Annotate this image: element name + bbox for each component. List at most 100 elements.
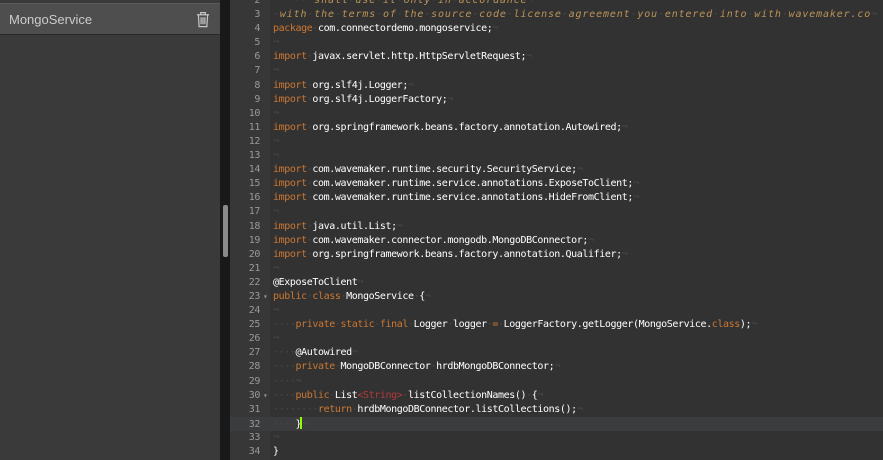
token-keyword: return (318, 404, 352, 415)
sidebar-scrollbar-thumb[interactable] (223, 205, 228, 257)
line-number: 24 (230, 304, 260, 318)
code-line[interactable]: 14import·com.wavemaker.runtime.security.… (230, 163, 883, 177)
token-keyword: import (273, 178, 307, 189)
token-keyword: import (273, 122, 307, 133)
code-line[interactable]: 26¬ (230, 332, 883, 346)
line-number: 14 (230, 163, 260, 177)
code-line[interactable]: 3·with·the·terms·of·the·source·code·lice… (230, 8, 883, 22)
eol-mark: ¬ (554, 361, 560, 372)
code-line[interactable]: 17 ¬ (230, 205, 883, 219)
code-line[interactable]: 30▾····public·List<String>·listCollectio… (230, 389, 883, 403)
code-line[interactable]: 27 ····@Autowired¬ (230, 346, 883, 360)
eol-mark: ¬ (527, 0, 533, 6)
token-plain: ·java.util.List; (307, 221, 397, 232)
code-line[interactable]: 9import·org.slf4j.LoggerFactory;¬ (230, 93, 883, 107)
code-line[interactable]: 19import·com.wavemaker.connector.mongodb… (230, 234, 883, 248)
line-number: 16 (230, 191, 260, 205)
line-number: 7 (230, 64, 260, 78)
code-line[interactable]: 15import·com.wavemaker.runtime.service.a… (230, 177, 883, 191)
token-plain: ····} (273, 419, 301, 430)
line-number: 10 (230, 107, 260, 121)
code-line[interactable]: 23▾public·class·MongoService·{¬ (230, 290, 883, 304)
code-line[interactable]: 10 ¬ (230, 107, 883, 121)
eol-mark: ¬ (492, 23, 498, 34)
code-line[interactable]: 28····private·MongoDBConnector·hrdbMongo… (230, 360, 883, 374)
code-line[interactable]: 31········return·hrdbMongoDBConnector.li… (230, 403, 883, 417)
sidebar-scrollbar-track[interactable] (220, 0, 230, 460)
trash-icon (196, 11, 210, 28)
line-number: 20 (230, 248, 260, 262)
service-java-editor-window: MongoService 2······shall·use·it·only·in… (0, 0, 883, 460)
eol-mark: ¬ (408, 80, 414, 91)
eol-mark: ¬ (352, 347, 358, 358)
token-plain: ····@Autowired (273, 347, 352, 358)
code-editor[interactable]: 2······shall·use·it·only·in·accordance¬3… (230, 0, 883, 460)
sidebar-item-mongoservice[interactable]: MongoService (0, 3, 220, 35)
chevron-down-icon[interactable]: ▾ (260, 389, 273, 403)
token-plain: ·javax.servlet.http.HttpServletRequest; (307, 51, 526, 62)
token-plain: ·listCollectionNames()·{ (402, 390, 537, 401)
line-number: 22 (230, 276, 260, 290)
code-line[interactable]: 20 import·org.springframework.beans.facto… (230, 248, 883, 262)
eol-mark: ¬ (273, 136, 279, 147)
code-line[interactable]: 7¬ (230, 64, 883, 78)
eol-mark: ¬ (273, 108, 279, 119)
code-line[interactable]: 21¬ (230, 262, 883, 276)
code-line[interactable]: 12¬ (230, 135, 883, 149)
token-keyword: import (273, 192, 307, 203)
line-number: 17 (230, 205, 260, 219)
token-plain: ·hrdbMongoDBConnector.listCollections(); (352, 404, 577, 415)
code-line[interactable]: 34} (230, 445, 883, 459)
token-plain: ·List (329, 390, 357, 401)
token-keyword: import (273, 94, 307, 105)
token-plain: } (273, 446, 279, 457)
delete-service-button[interactable] (195, 10, 211, 28)
line-number: 28 (230, 360, 260, 374)
line-number: 6 (230, 50, 260, 64)
code-line[interactable]: 16 import·com.wavemaker.runtime.service.a… (230, 191, 883, 205)
token-plain: ·Logger·logger· (408, 319, 492, 330)
line-number: 19 (230, 234, 260, 248)
line-number: 25 (230, 318, 260, 332)
token-comment: ······shall·use·it·only·in·accordance (273, 0, 527, 6)
eol-mark: ¬ (633, 178, 639, 189)
code-line[interactable]: 25····private·static·final·Logger·logger… (230, 318, 883, 332)
code-line[interactable]: 4package·com.connectordemo.mongoservice;… (230, 22, 883, 36)
eol-mark: ¬ (357, 277, 363, 288)
code-line[interactable]: 32····}¬ (230, 417, 883, 431)
token-keyword: public·class (273, 291, 341, 302)
eol-mark: ¬ (273, 206, 279, 217)
eol-mark: ¬ (622, 122, 628, 133)
eol-mark: ¬ (273, 333, 279, 344)
code-line[interactable]: 24¬ (230, 304, 883, 318)
line-number: 32 (230, 418, 260, 432)
token-keyword: import (273, 249, 307, 260)
code-line[interactable]: 13¬ (230, 149, 883, 163)
token-plain: ·com.wavemaker.runtime.service.annotatio… (307, 192, 633, 203)
code-line[interactable]: 2······shall·use·it·only·in·accordance¬ (230, 0, 883, 8)
token-plain: ·com.wavemaker.runtime.service.annotatio… (307, 178, 633, 189)
line-number: 18 (230, 220, 260, 234)
code-line[interactable]: 29····¬ (230, 375, 883, 389)
token-plain: ·MongoDBConnector·hrdbMongoDBConnector; (335, 361, 554, 372)
code-line[interactable]: 5¬ (230, 36, 883, 50)
token-keyword: import (273, 51, 307, 62)
code-line[interactable]: 22 @ExposeToClient¬ (230, 276, 883, 290)
line-number: 27 (230, 346, 260, 360)
eol-mark: ¬ (273, 263, 279, 274)
token-keyword: public (296, 390, 330, 401)
token-plain: ·org.springframework.beans.factory.annot… (307, 249, 622, 260)
eol-mark: ¬ (447, 94, 453, 105)
code-line[interactable]: 6 import·javax.servlet.http.HttpServletRe… (230, 50, 883, 64)
code-line[interactable]: 8import·org.slf4j.Logger;¬ (230, 79, 883, 93)
code-line[interactable]: 18import·java.util.List;¬ (230, 220, 883, 234)
line-number: 34 (230, 445, 260, 459)
line-number: 4 (230, 22, 260, 36)
token-plain: ·org.slf4j.LoggerFactory; (307, 94, 448, 105)
chevron-down-icon[interactable]: ▾ (260, 290, 273, 304)
line-number: 8 (230, 79, 260, 93)
eol-mark: ¬ (526, 51, 532, 62)
code-line[interactable]: 33¬ (230, 431, 883, 445)
token-plain: @ExposeToClient (273, 277, 357, 288)
code-line[interactable]: 11import·org.springframework.beans.facto… (230, 121, 883, 135)
